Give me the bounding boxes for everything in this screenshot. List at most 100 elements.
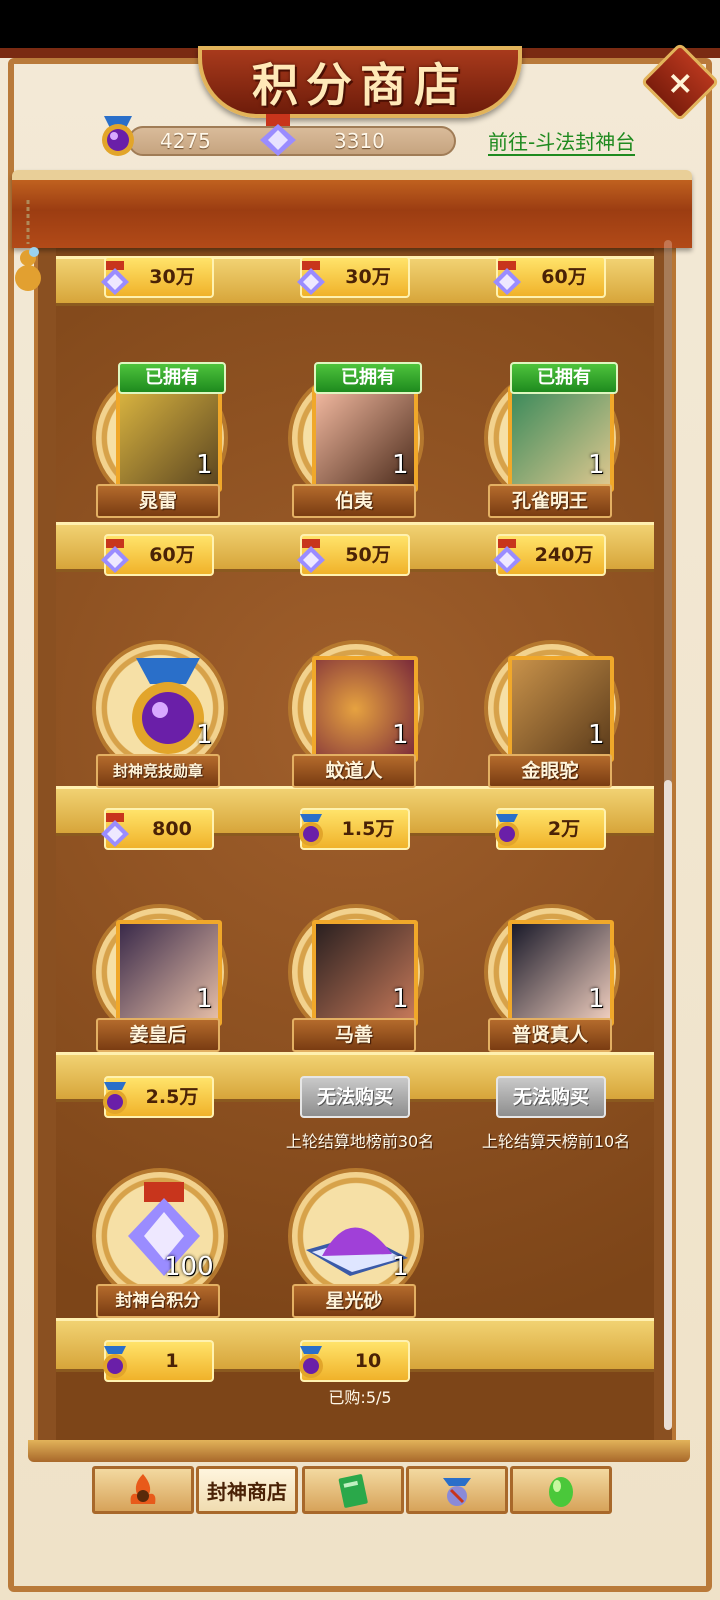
title-plaque: 积分商店 xyxy=(198,46,522,118)
item-name: 马善 xyxy=(292,1018,416,1052)
shop-item-puxian[interactable]: 1 普贤真人 xyxy=(462,904,642,1084)
purchase-condition: 上轮结算天榜前10名 xyxy=(481,1132,631,1151)
medal-icon xyxy=(495,814,519,846)
points-icon xyxy=(297,261,325,295)
price-label: 2万 xyxy=(547,818,581,840)
item-name: 封神台积分 xyxy=(96,1284,220,1318)
owned-badge: 已拥有 xyxy=(510,362,618,394)
item-quantity: 1 xyxy=(392,984,409,1014)
unavailable-button[interactable]: 无法购买 xyxy=(300,1076,410,1118)
price-label: 2.5万 xyxy=(145,1086,199,1108)
price-label: 240万 xyxy=(534,544,594,566)
item-name: 蚊道人 xyxy=(292,754,416,788)
item-quantity: 1 xyxy=(392,1252,409,1282)
item-quantity: 1 xyxy=(392,720,409,750)
item-name: 普贤真人 xyxy=(488,1018,612,1052)
item-name: 孔雀明王 xyxy=(488,484,612,518)
price-button[interactable]: 50万 xyxy=(297,534,410,576)
points-currency-value: 3310 xyxy=(334,129,385,153)
item-quantity: 1 xyxy=(588,984,605,1014)
item-quantity: 1 xyxy=(196,450,213,480)
tab-label: 封神商店 xyxy=(207,1479,287,1504)
price-label: 30万 xyxy=(149,266,195,288)
item-quantity: 1 xyxy=(392,450,409,480)
item-quantity: 1 xyxy=(588,450,605,480)
tab-hero-shop[interactable] xyxy=(92,1466,194,1514)
price-label: 1 xyxy=(165,1350,179,1372)
price-button[interactable]: 60万 xyxy=(101,534,214,576)
item-quantity: 1 xyxy=(196,984,213,1014)
shop-item-boyi[interactable]: 已拥有 1 伯夷 xyxy=(266,362,446,550)
close-icon: × xyxy=(666,63,694,101)
price-label: 50万 xyxy=(345,544,391,566)
price-button[interactable]: 30万 xyxy=(297,256,410,298)
medal-currency-value: 4275 xyxy=(160,129,211,153)
flame-warrior-icon xyxy=(130,1474,156,1504)
price-button[interactable]: 30万 xyxy=(101,256,214,298)
price-label: 800 xyxy=(152,818,192,840)
points-icon xyxy=(493,261,521,295)
token-icon xyxy=(443,1478,471,1506)
medal-icon xyxy=(299,814,323,846)
page-title: 积分商店 xyxy=(252,58,468,112)
shop-item-xingguangsha[interactable]: 1 星光砂 xyxy=(266,1168,446,1348)
points-icon xyxy=(297,539,325,573)
owned-badge: 已拥有 xyxy=(314,362,422,394)
price-button[interactable]: 1.5万 xyxy=(299,808,410,850)
owned-badge: 已拥有 xyxy=(118,362,226,394)
green-bean-icon xyxy=(549,1477,573,1507)
points-icon xyxy=(101,261,129,295)
price-button[interactable]: 10 xyxy=(299,1340,410,1382)
points-icon xyxy=(493,539,521,573)
item-name: 伯夷 xyxy=(292,484,416,518)
shop-item-mashan[interactable]: 1 马善 xyxy=(266,904,446,1084)
scrollbar-thumb[interactable] xyxy=(664,780,672,1430)
cabinet-base xyxy=(28,1440,690,1462)
tab-book-shop[interactable] xyxy=(302,1466,404,1514)
price-label: 10 xyxy=(354,1350,382,1372)
points-currency-icon xyxy=(260,114,296,156)
gourd-ornament-icon xyxy=(15,200,41,291)
shop-item-chaolei[interactable]: 已拥有 1 晁雷 xyxy=(70,362,250,550)
price-button[interactable]: 1 xyxy=(103,1340,214,1382)
tab-token-shop[interactable] xyxy=(406,1466,508,1514)
goto-arena-link[interactable]: 前往-斗法封神台 xyxy=(488,130,636,156)
price-label: 30万 xyxy=(345,266,391,288)
item-name: 金眼驼 xyxy=(488,754,612,788)
medal-currency-icon xyxy=(102,116,134,156)
purchase-condition: 上轮结算地榜前30名 xyxy=(285,1132,435,1151)
medal-icon xyxy=(299,1346,323,1378)
points-icon xyxy=(101,813,129,847)
price-button[interactable]: 800 xyxy=(101,808,214,850)
green-book-icon xyxy=(338,1474,368,1508)
shop-item-jianghuanghou[interactable]: 1 姜皇后 xyxy=(70,904,250,1084)
cabinet-roof xyxy=(12,170,692,248)
item-name: 姜皇后 xyxy=(96,1018,220,1052)
shop-item-jinyantuo[interactable]: 1 金眼驼 xyxy=(462,640,642,820)
price-label: 1.5万 xyxy=(341,818,395,840)
shop-item-kongque[interactable]: 已拥有 1 孔雀明王 xyxy=(462,362,642,550)
item-quantity: 100 xyxy=(164,1252,214,1282)
shop-item-fengshen-points[interactable]: 100 封神台积分 xyxy=(70,1168,250,1348)
item-quantity: 1 xyxy=(588,720,605,750)
item-name: 星光砂 xyxy=(292,1284,416,1318)
purchase-count: 已购:5/5 xyxy=(328,1388,392,1407)
item-name: 晁雷 xyxy=(96,484,220,518)
tab-bean-shop[interactable] xyxy=(510,1466,612,1514)
medal-icon xyxy=(103,1346,127,1378)
item-name: 封神竞技勋章 xyxy=(96,754,220,788)
item-quantity: 1 xyxy=(196,720,213,750)
price-button[interactable]: 240万 xyxy=(493,534,606,576)
medal-icon xyxy=(103,1082,127,1114)
shop-item-arena-medal[interactable]: 1 封神竞技勋章 xyxy=(70,640,250,820)
tab-fengshen-shop[interactable]: 封神商店 xyxy=(196,1466,298,1514)
price-label: 60万 xyxy=(149,544,195,566)
price-button[interactable]: 60万 xyxy=(493,256,606,298)
price-button[interactable]: 2万 xyxy=(495,808,606,850)
unavailable-button[interactable]: 无法购买 xyxy=(496,1076,606,1118)
price-label: 60万 xyxy=(541,266,587,288)
points-icon xyxy=(101,539,129,573)
price-button[interactable]: 2.5万 xyxy=(103,1076,214,1118)
shop-screen: 积分商店 × 4275 3310 前往-斗法封神台 30万 30万 60万 已拥… xyxy=(0,0,720,1600)
shop-item-wendaoren[interactable]: 1 蚊道人 xyxy=(266,640,446,820)
